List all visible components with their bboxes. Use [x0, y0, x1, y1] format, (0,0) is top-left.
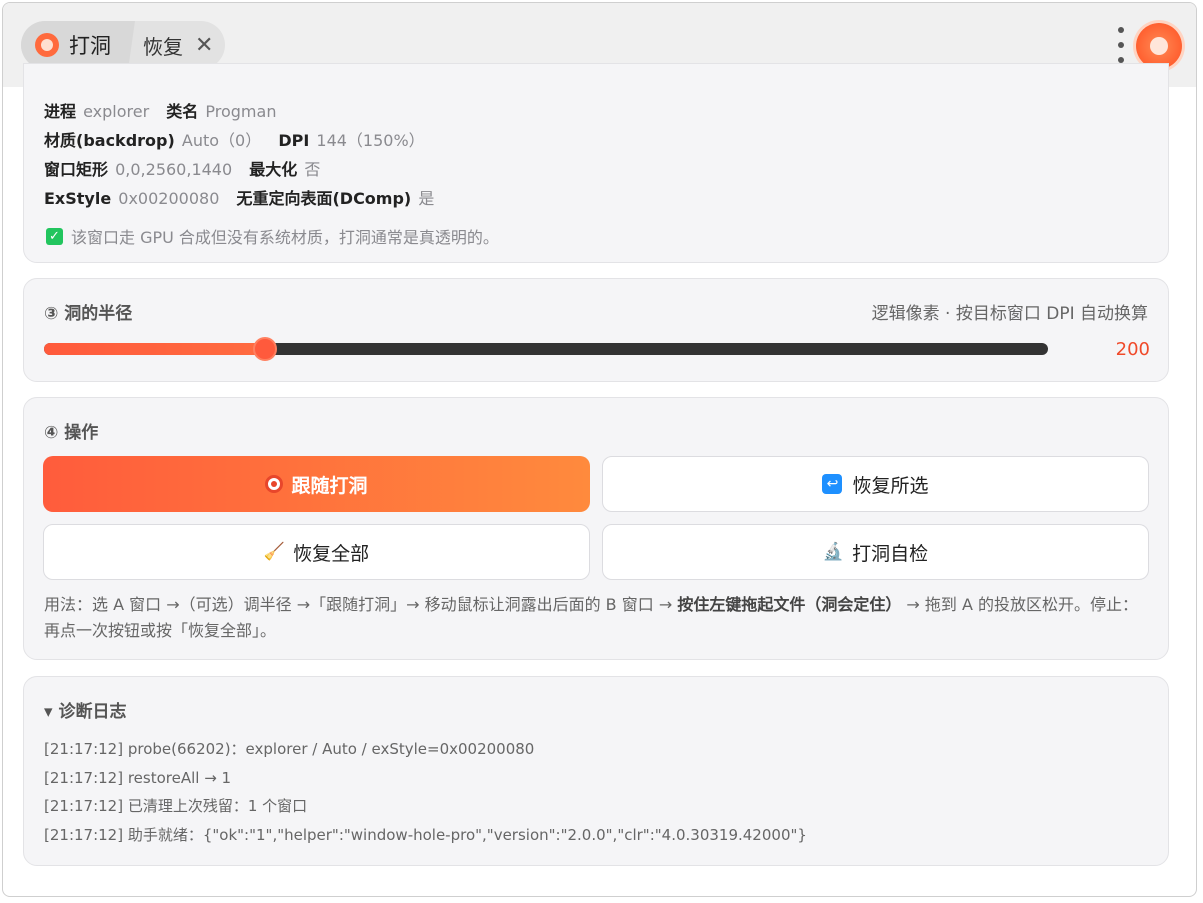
log-line: [21:17:12] 助手就绪：{"ok":"1","helper":"wind… [44, 825, 807, 844]
radius-card: ③ 洞的半径 逻辑像素 · 按目标窗口 DPI 自动换算 200 [23, 278, 1169, 382]
process-label: 进程 [44, 102, 77, 121]
window-info-card: 进程 explorer 类名 Progman 材质(backdrop) Auto… [23, 63, 1169, 263]
dcomp-label: 无重定向表面(DComp) [236, 189, 412, 208]
info-row-exstyle: ExStyle 0x00200080 无重定向表面(DComp) 是 [44, 185, 446, 209]
restore-selected-button[interactable]: ↩ 恢复所选 [602, 456, 1149, 512]
usage-pre: 用法：选 A 窗口 →（可选）调半径 →「跟随打洞」→ 移动鼠标让洞露出后面的 … [44, 595, 678, 614]
log-line: [21:17:12] probe(66202)：explorer / Auto … [44, 740, 535, 758]
radius-title: ③ 洞的半径 [44, 304, 133, 324]
max-value: 否 [304, 160, 321, 179]
tab-restore[interactable]: 恢复 ✕ [135, 21, 225, 69]
log-line: [21:17:12] 已清理上次残留：1 个窗口 [44, 797, 308, 815]
tab-hole-label: 打洞 [69, 34, 111, 58]
close-icon[interactable]: ✕ [195, 33, 213, 58]
broom-icon: 🧹 [263, 542, 286, 562]
diagnostic-log-card: ▾ 诊断日志 [21:17:12] probe(66202)：explorer … [23, 676, 1169, 866]
rect-label: 窗口矩形 [44, 160, 109, 179]
material-label: 材质(backdrop) [44, 131, 175, 150]
self-check-button[interactable]: 🔬 打洞自检 [602, 524, 1149, 580]
ops-title: ④ 操作 [44, 423, 99, 443]
transparency-check: ✓ 该窗口走 GPU 合成但没有系统材质，打洞通常是真透明的。 [46, 224, 499, 248]
target-icon [265, 475, 284, 493]
rect-value: 0,0,2560,1440 [115, 160, 233, 179]
tab-group: 打洞 恢复 ✕ [21, 21, 226, 69]
restore-all-label: 恢复全部 [293, 542, 370, 565]
follow-hole-button[interactable]: 跟随打洞 [43, 456, 590, 512]
dcomp-value: 是 [418, 189, 435, 208]
log-line: [21:17:12] restoreAll → 1 [44, 768, 232, 787]
log-list: [21:17:12] probe(66202)：explorer / Auto … [44, 739, 807, 853]
restore-all-button[interactable]: 🧹 恢复全部 [43, 524, 590, 580]
log-toggle[interactable]: ▾ 诊断日志 [44, 697, 126, 722]
info-row-material: 材质(backdrop) Auto（0） DPI 144（150%） [44, 127, 437, 151]
check-text: 该窗口走 GPU 合成但没有系统材质，打洞通常是真透明的。 [71, 228, 499, 247]
slider-fill [44, 343, 265, 355]
radius-value: 200 [1115, 339, 1150, 360]
radius-slider[interactable] [44, 337, 1048, 361]
hole-icon [35, 33, 59, 57]
material-value: Auto（0） [181, 131, 262, 150]
usage-bold: 按住左键拖起文件（洞会定住） [677, 595, 902, 614]
exstyle-value: 0x00200080 [118, 189, 220, 208]
follow-hole-label: 跟随打洞 [291, 474, 368, 497]
max-label: 最大化 [249, 160, 298, 179]
dpi-label: DPI [278, 131, 310, 150]
operations-card: ④ 操作 跟随打洞 ↩ 恢复所选 🧹 恢复全部 🔬 打洞自检 用法：选 A 窗口… [23, 397, 1169, 660]
return-icon: ↩ [822, 474, 843, 494]
tab-restore-label: 恢复 [143, 34, 183, 59]
dpi-value: 144（150%） [316, 131, 425, 150]
class-label: 类名 [166, 102, 199, 121]
process-value: explorer [83, 102, 150, 121]
exstyle-label: ExStyle [44, 189, 112, 208]
usage-text: 用法：选 A 窗口 →（可选）调半径 →「跟随打洞」→ 移动鼠标让洞露出后面的 … [44, 592, 1144, 644]
tab-hole[interactable]: 打洞 [21, 21, 135, 69]
self-check-label: 打洞自检 [852, 542, 929, 565]
checkbox-checked-icon: ✓ [46, 227, 63, 245]
radius-hint: 逻辑像素 · 按目标窗口 DPI 自动换算 [871, 304, 1148, 324]
more-vertical-icon[interactable] [1116, 27, 1126, 63]
restore-selected-label: 恢复所选 [852, 474, 929, 497]
class-value: Progman [205, 102, 277, 121]
app-window: 打洞 恢复 ✕ 进程 explorer 类名 Progman 材质(backdr… [2, 2, 1197, 897]
info-row-process: 进程 explorer 类名 Progman [44, 98, 288, 122]
slider-thumb[interactable] [252, 337, 277, 361]
info-row-rect: 窗口矩形 0,0,2560,1440 最大化 否 [44, 156, 332, 180]
microscope-icon: 🔬 [822, 542, 845, 562]
